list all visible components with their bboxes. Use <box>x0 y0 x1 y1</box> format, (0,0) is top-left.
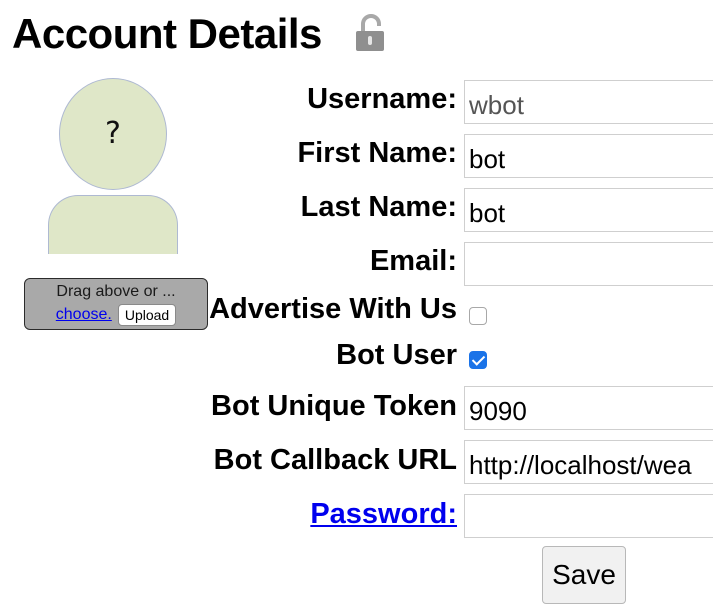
bot-token-label: Bot Unique Token <box>211 390 457 422</box>
email-label: Email: <box>369 245 457 277</box>
bot-user-checkbox[interactable] <box>469 351 487 369</box>
username-field[interactable] <box>464 80 713 124</box>
avatar-body <box>48 195 178 254</box>
page-title: Account Details <box>12 10 322 57</box>
choose-file-link[interactable]: choose. <box>56 306 112 324</box>
password-field[interactable] <box>464 494 713 538</box>
username-label: Username: <box>307 83 457 115</box>
save-button[interactable]: Save <box>542 546 626 604</box>
last-name-label: Last Name: <box>300 191 457 223</box>
password-link[interactable]: Password: <box>310 497 457 531</box>
first-name-field[interactable] <box>464 134 713 178</box>
upload-button[interactable]: Upload <box>117 304 177 326</box>
upload-controls: choose. Upload <box>25 304 207 326</box>
advertise-checkbox[interactable] <box>469 307 487 325</box>
question-mark-icon: ? <box>105 116 121 151</box>
avatar-upload-dropzone[interactable]: Drag above or ... choose. Upload <box>24 278 208 330</box>
advertise-label: Advertise With Us <box>209 293 457 325</box>
bot-user-label: Bot User <box>336 339 457 371</box>
bot-callback-label: Bot Callback URL <box>213 444 457 476</box>
first-name-label: First Name: <box>297 137 457 169</box>
last-name-field[interactable] <box>464 188 713 232</box>
bot-token-field[interactable] <box>464 386 713 430</box>
avatar-placeholder: ? <box>48 78 178 254</box>
avatar-head: ? <box>59 78 167 190</box>
upload-hint: Drag above or ... <box>56 283 176 300</box>
unlocked-padlock-icon <box>356 14 384 51</box>
bot-callback-url-field[interactable] <box>464 440 713 484</box>
email-field[interactable] <box>464 242 713 286</box>
